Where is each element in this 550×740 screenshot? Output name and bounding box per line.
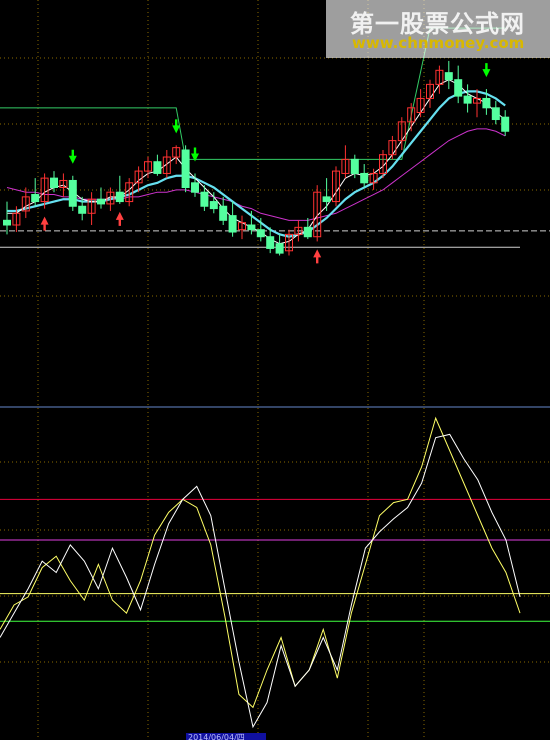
candle-body [200,191,209,207]
candle-body [322,196,331,203]
candle-body [3,219,11,226]
candle-body [350,158,359,174]
stock-chart: 2.07 2014/06/04/四 [0,0,550,740]
candle-body [491,107,500,121]
candle-body [219,205,228,221]
candle-body [444,72,453,81]
candle-body [228,215,237,233]
candle-body [153,161,162,174]
candle-body [360,172,369,184]
candle-body [266,236,275,249]
candle-body [482,97,491,109]
candle-body [191,182,199,193]
candle-body [501,116,510,132]
buy-arrow-icon [40,216,49,231]
buy-arrow-icon [313,249,322,264]
date-tag: 2014/06/04/四 [188,733,245,740]
candle-body [50,177,58,188]
candle-body [463,95,472,104]
candle-body [78,205,87,214]
candle-body [275,243,284,254]
candle-body [256,229,265,238]
candle-body [209,201,218,210]
buy-arrow-icon [115,211,124,226]
oscillator-panel: 2014/06/04/四 [0,416,550,740]
candle-body [68,179,77,207]
candle-body [31,194,40,203]
candle-body [181,149,190,188]
sell-arrow-icon [68,149,77,164]
watermark-url: www.chnmoney.com [352,34,525,52]
oscillator-line-1 [0,433,521,729]
candle-body [97,198,105,205]
sell-arrow-icon [482,63,491,78]
candle-body [247,224,256,231]
candle-body [115,191,124,203]
candle-body [303,226,312,238]
candle-body [454,79,463,97]
